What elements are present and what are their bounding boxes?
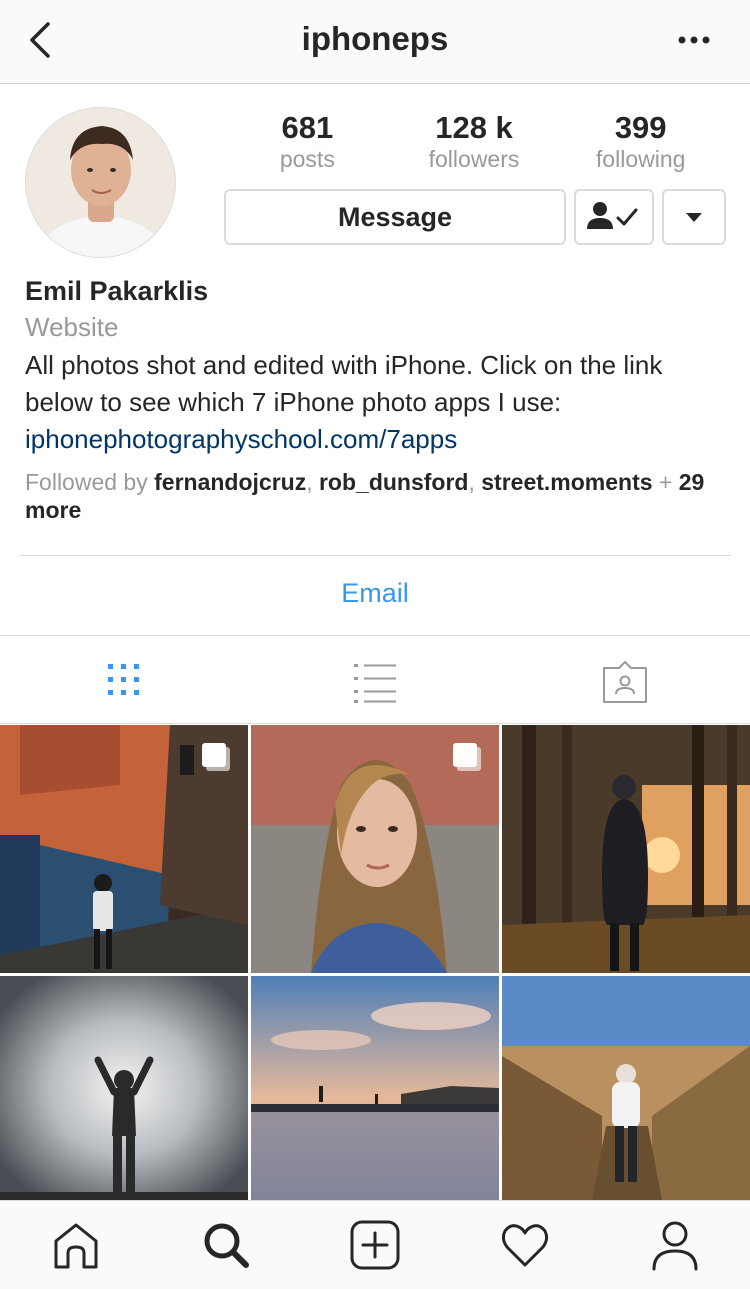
bottom-tab-bar: [0, 1200, 750, 1289]
followers-label: followers: [428, 146, 520, 172]
home-icon[interactable]: [50, 1219, 102, 1271]
divider: [19, 555, 731, 556]
post-thumbnail[interactable]: [502, 976, 750, 1200]
top-navigation-bar: iphoneps: [0, 0, 750, 84]
avatar[interactable]: [25, 107, 176, 258]
followers-stat[interactable]: 128 k followers: [391, 110, 558, 172]
follower-link[interactable]: street.moments: [481, 469, 652, 495]
ellipsis-icon[interactable]: [674, 22, 714, 58]
list-icon[interactable]: [352, 660, 400, 704]
followed-by-prefix: Followed by: [25, 469, 155, 495]
following-stat[interactable]: 399 following: [557, 110, 724, 172]
email-button[interactable]: Email: [0, 578, 750, 609]
posts-label: posts: [279, 146, 335, 172]
profile-category: Website: [25, 312, 119, 342]
posts-stat[interactable]: 681 posts: [224, 110, 391, 172]
follower-link[interactable]: rob_dunsford: [319, 469, 469, 495]
post-thumbnail[interactable]: [251, 976, 499, 1200]
posts-count: 681: [281, 110, 334, 145]
multiple-photos-icon: [451, 741, 483, 773]
page-title: iphoneps: [301, 20, 449, 57]
post-thumbnail[interactable]: [0, 976, 248, 1200]
post-thumbnail[interactable]: [251, 725, 499, 973]
profile-link[interactable]: iphonephotographyschool.com/7apps: [25, 424, 457, 455]
search-icon[interactable]: [200, 1219, 252, 1271]
separator: ,: [468, 469, 482, 495]
profile-bio: All photos shot and edited with iPhone. …: [25, 350, 663, 417]
post-thumbnail[interactable]: [502, 725, 750, 973]
person-check-icon: [576, 202, 652, 247]
add-icon[interactable]: [349, 1219, 401, 1271]
following-button[interactable]: [574, 189, 654, 245]
post-thumbnail[interactable]: [0, 725, 248, 973]
message-button[interactable]: Message: [224, 189, 566, 245]
followed-by[interactable]: Followed by fernandojcruz, rob_dunsford,…: [25, 468, 735, 524]
profile-view-tabs: [0, 636, 750, 724]
profile-icon[interactable]: [649, 1219, 701, 1271]
heart-icon[interactable]: [499, 1219, 551, 1271]
plus-separator: +: [652, 469, 679, 495]
multiple-photos-icon: [200, 741, 232, 773]
separator: ,: [306, 469, 319, 495]
following-count: 399: [614, 110, 667, 145]
following-label: following: [595, 146, 686, 172]
tagged-icon[interactable]: [601, 660, 649, 704]
suggestions-dropdown-button[interactable]: [662, 189, 726, 245]
profile-name: Emil Pakarklis: [25, 276, 209, 306]
followers-count: 128 k: [435, 110, 513, 145]
photo-grid: [0, 725, 750, 1200]
grid-icon[interactable]: [100, 660, 148, 704]
caret-down-icon: [664, 213, 724, 247]
profile-stats: 681 posts 128 k followers 399 following: [224, 110, 724, 172]
follower-link[interactable]: fernandojcruz: [154, 469, 306, 495]
